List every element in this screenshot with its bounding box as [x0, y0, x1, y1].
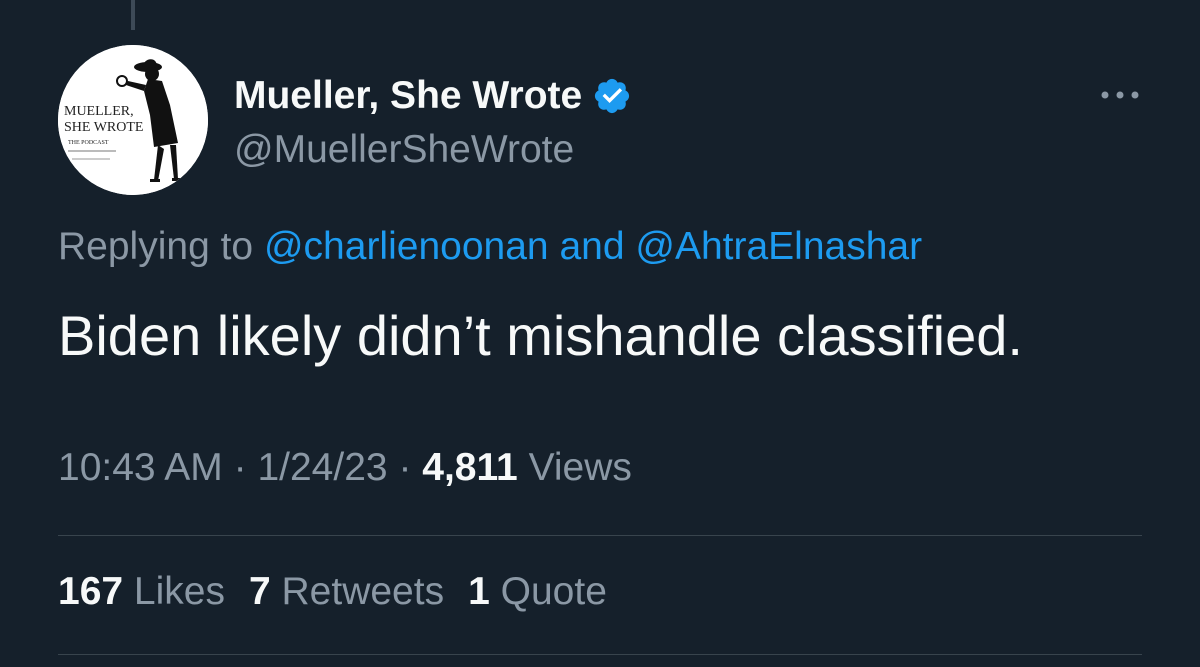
replying-prefix: Replying to	[58, 225, 254, 268]
verified-badge-icon	[595, 78, 630, 114]
mention-link-ahtraelnashar[interactable]: @AhtraElnashar	[635, 225, 922, 268]
avatar-image: MUELLER, SHE WROTE THE PODCAST	[58, 45, 208, 195]
retweets-label: Retweets	[281, 570, 445, 613]
quotes-label: Quote	[500, 570, 607, 613]
author-handle[interactable]: @MuellerSheWrote	[234, 128, 574, 172]
likes-stat[interactable]: 167 Likes	[58, 570, 225, 613]
retweets-stat[interactable]: 7 Retweets	[249, 570, 444, 613]
views-count[interactable]: 4,811	[422, 446, 517, 489]
tweet-time[interactable]: 10:43 AM	[58, 446, 223, 489]
likes-label: Likes	[133, 570, 225, 613]
avatar-text-line3: THE PODCAST	[68, 140, 109, 146]
author-display-name[interactable]: Mueller, She Wrote	[234, 74, 582, 118]
meta-separator: ·	[233, 446, 247, 489]
likes-count: 167	[58, 570, 124, 613]
thread-connector-line	[131, 0, 135, 30]
meta-separator: ·	[398, 446, 412, 489]
divider	[58, 654, 1142, 655]
tweet-date[interactable]: 1/24/23	[257, 446, 387, 489]
quotes-stat[interactable]: 1 Quote	[468, 570, 607, 613]
mention-link-charlienoonan[interactable]: @charlienoonan	[264, 225, 549, 268]
engagement-stats: 167 Likes 7 Retweets 1 Quote	[58, 570, 607, 614]
more-horizontal-icon[interactable]	[1098, 88, 1142, 102]
avatar-text-line1: MUELLER,	[64, 104, 134, 119]
views-label[interactable]: Views	[529, 446, 632, 489]
replying-to-line: Replying to @charlienoonan and @AhtraEln…	[58, 225, 922, 269]
divider	[58, 535, 1142, 536]
retweets-count: 7	[248, 570, 271, 613]
replying-conjunction[interactable]: and	[559, 225, 624, 268]
author-name-row[interactable]: Mueller, She Wrote	[234, 74, 632, 118]
avatar[interactable]: MUELLER, SHE WROTE THE PODCAST	[58, 45, 208, 195]
avatar-text-line2: SHE WROTE	[64, 120, 143, 135]
quotes-count: 1	[468, 570, 490, 613]
tweet-text: Biden likely didn’t mishandle classified…	[58, 304, 1023, 367]
tweet-meta: 10:43 AM · 1/24/23 · 4,811 Views	[58, 446, 632, 490]
